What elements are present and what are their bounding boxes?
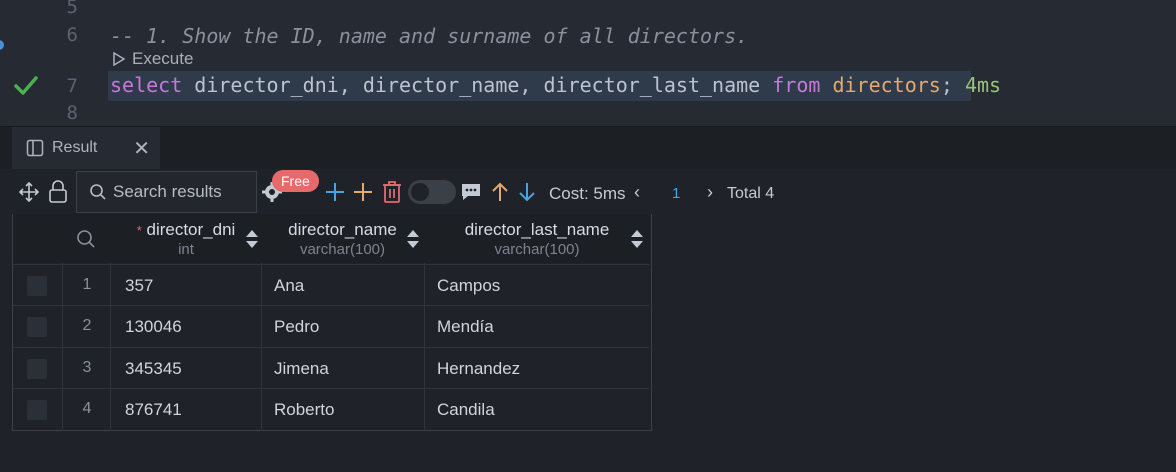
row-number: 4 — [82, 400, 92, 417]
table-row[interactable]: 4 876741 Roberto Candila — [13, 388, 649, 430]
query-cost: Cost: 5ms — [549, 184, 626, 203]
sql-comment: -- 1. Show the ID, name and surname of a… — [110, 24, 749, 48]
cell-director-last-name[interactable]: Campos — [437, 276, 500, 296]
tab-result-label: Result — [52, 139, 98, 156]
panel-icon — [26, 139, 44, 157]
cell-director-dni[interactable]: 876741 — [125, 400, 182, 420]
sql-statement[interactable]: select director_dni, director_name, dire… — [110, 73, 1001, 97]
free-badge[interactable]: Free — [272, 170, 319, 192]
delete-icon[interactable] — [381, 180, 403, 204]
comment-icon[interactable] — [460, 182, 482, 202]
table-row[interactable]: 3 345345 Jimena Hernandez — [13, 347, 649, 389]
current-page[interactable]: 1 — [672, 185, 680, 202]
line-number: 8 — [66, 102, 78, 124]
table-row[interactable]: 2 130046 Pedro Mendía — [13, 305, 649, 347]
line-number: 5 — [66, 0, 78, 18]
next-page-button[interactable]: › — [707, 182, 713, 203]
toggle-switch[interactable] — [408, 180, 456, 204]
cell-director-dni[interactable]: 357 — [125, 276, 153, 296]
execute-label: Execute — [132, 49, 194, 68]
sql-semicolon: ; — [940, 73, 953, 97]
total-count: Total 4 — [727, 185, 775, 202]
move-icon[interactable] — [18, 181, 40, 203]
close-icon[interactable]: ✕ — [133, 136, 150, 161]
lock-icon[interactable] — [47, 180, 69, 204]
search-placeholder: Search results — [113, 182, 222, 201]
toggle-knob — [411, 183, 429, 201]
insert-row-icon[interactable] — [353, 182, 373, 202]
sql-keyword-from: from — [772, 73, 821, 97]
play-icon — [113, 52, 126, 66]
line-number: 6 — [66, 24, 78, 46]
search-results-input[interactable]: Search results — [76, 171, 257, 213]
sql-keyword-select: select — [110, 73, 183, 97]
sql-editor[interactable]: 5 6 7 8 -- 1. Show the ID, name and surn… — [0, 0, 1176, 126]
success-check-icon — [14, 76, 38, 95]
cell-director-last-name[interactable]: Mendía — [437, 317, 494, 337]
row-number: 3 — [82, 359, 92, 376]
row-checkbox[interactable] — [27, 317, 47, 337]
cell-director-name[interactable]: Ana — [274, 276, 304, 296]
breakpoint-dot — [0, 40, 4, 50]
table-row[interactable]: 1 357 Ana Campos — [13, 264, 649, 306]
query-timing: 4ms — [964, 73, 1002, 97]
cell-director-dni[interactable]: 345345 — [125, 359, 182, 379]
line-number: 7 — [66, 75, 78, 97]
result-tab-bar: Result ✕ — [0, 126, 1176, 169]
tab-result[interactable]: Result ✕ — [12, 127, 160, 169]
arrow-up-icon[interactable] — [490, 181, 510, 203]
cell-director-last-name[interactable]: Candila — [437, 400, 495, 420]
add-row-icon[interactable] — [325, 182, 345, 202]
cell-director-name[interactable]: Roberto — [274, 400, 334, 420]
row-checkbox[interactable] — [27, 400, 47, 420]
row-number: 1 — [82, 276, 92, 293]
cell-director-last-name[interactable]: Hernandez — [437, 359, 520, 379]
row-checkbox[interactable] — [27, 276, 47, 296]
sql-table: directors — [820, 73, 941, 97]
arrow-down-icon[interactable] — [517, 181, 537, 203]
prev-page-button[interactable]: ‹ — [634, 182, 640, 203]
execute-button[interactable]: Execute — [112, 49, 193, 69]
row-number: 2 — [82, 317, 92, 334]
search-icon — [90, 184, 106, 200]
cell-director-name[interactable]: Pedro — [274, 317, 319, 337]
cell-director-dni[interactable]: 130046 — [125, 317, 182, 337]
cell-director-name[interactable]: Jimena — [274, 359, 329, 379]
row-checkbox[interactable] — [27, 359, 47, 379]
sql-columns: director_dni, director_name, director_la… — [182, 73, 773, 97]
